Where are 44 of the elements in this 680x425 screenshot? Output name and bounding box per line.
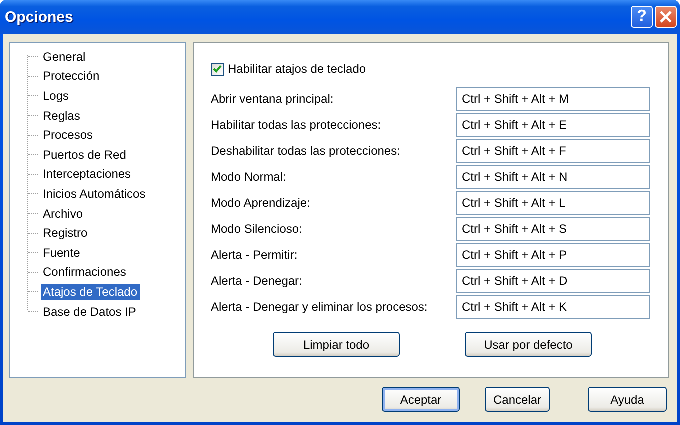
dialog-button[interactable]: Ayuda <box>588 387 667 412</box>
shortcut-field[interactable]: Ctrl + Shift + Alt + D <box>456 269 650 293</box>
tree-item[interactable]: Interceptaciones <box>41 166 134 182</box>
shortcut-label: Alerta - Denegar: <box>211 274 304 288</box>
shortcut-label: Modo Silencioso: <box>211 222 304 236</box>
shortcut-label: Deshabilitar todas las protecciones: <box>211 144 402 158</box>
shortcut-label: Alerta - Denegar y eliminar los procesos: <box>211 300 429 314</box>
close-icon <box>659 10 673 24</box>
checkbox-label: Habilitar atajos de teclado <box>228 62 366 76</box>
shortcut-label: Modo Aprendizaje: <box>211 196 312 210</box>
panel-button[interactable]: Usar por defecto <box>465 332 592 357</box>
tree-item[interactable]: Archivo <box>41 206 86 222</box>
shortcut-label: Habilitar todas las protecciones: <box>211 118 382 132</box>
shortcut-field[interactable]: Ctrl + Shift + Alt + E <box>456 113 650 137</box>
shortcut-field[interactable]: Ctrl + Shift + Alt + N <box>456 165 650 189</box>
tree-item[interactable]: Reglas <box>41 108 82 124</box>
tree-item[interactable]: Puertos de Red <box>41 146 128 163</box>
window-title: Opciones <box>5 8 74 26</box>
shortcut-label: Modo Normal: <box>211 170 288 184</box>
tree-item[interactable]: General <box>41 48 88 65</box>
tree-item[interactable]: Atajos de Teclado <box>41 284 140 300</box>
shortcut-label: Abrir ventana principal: <box>211 92 335 106</box>
tree-item[interactable]: Inicios Automáticos <box>41 186 148 202</box>
tree-item[interactable]: Confirmaciones <box>41 264 128 280</box>
close-button[interactable] <box>655 6 677 28</box>
check-icon <box>213 65 222 73</box>
shortcut-field[interactable]: Ctrl + Shift + Alt + K <box>456 295 650 319</box>
tree-item[interactable]: Protección <box>41 68 102 84</box>
shortcut-field[interactable]: Ctrl + Shift + Alt + F <box>456 139 650 163</box>
dialog-button[interactable]: Aceptar <box>382 387 460 412</box>
tree-item[interactable]: Registro <box>41 225 90 242</box>
shortcut-field[interactable]: Ctrl + Shift + Alt + P <box>456 243 650 267</box>
tree-item[interactable]: Procesos <box>41 127 96 144</box>
tree-item[interactable]: Logs <box>41 88 72 104</box>
checkbox[interactable] <box>211 62 224 76</box>
dialog-button[interactable]: Cancelar <box>485 387 550 412</box>
shortcut-label: Alerta - Permitir: <box>211 248 299 262</box>
help-button[interactable]: ? <box>631 6 653 28</box>
shortcut-field[interactable]: Ctrl + Shift + Alt + M <box>456 87 650 111</box>
tree-item[interactable]: Fuente <box>41 244 82 261</box>
panel-button[interactable]: Limpiar todo <box>273 332 400 357</box>
tree-item[interactable]: Base de Datos IP <box>41 304 138 320</box>
shortcut-field[interactable]: Ctrl + Shift + Alt + S <box>456 217 650 241</box>
shortcut-field[interactable]: Ctrl + Shift + Alt + L <box>456 191 650 215</box>
